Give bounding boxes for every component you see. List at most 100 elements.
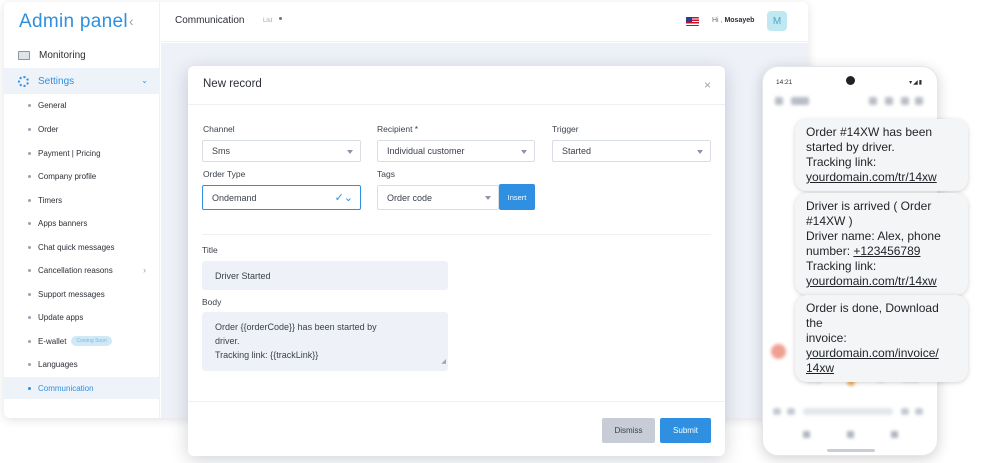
search-icon <box>885 97 893 105</box>
message-bubble: Order #14XW has been started by driver. … <box>795 119 968 191</box>
sidebar-item-languages[interactable]: Languages <box>4 353 160 375</box>
breadcrumb[interactable]: List <box>263 18 272 24</box>
sidebar: Admin panel ‹ Monitoring Settings ⌄ Gene… <box>4 2 160 418</box>
status-badge: Coming Soon <box>71 336 112 346</box>
trigger-value: Started <box>562 146 592 156</box>
compose-input[interactable] <box>803 408 893 415</box>
greeting-prefix: Hi , <box>712 17 723 24</box>
body-line: Order {{orderCode}} has been started by <box>215 322 377 332</box>
sidebar-item-label: Communication <box>38 383 94 393</box>
message-line: #14XW ) <box>806 214 853 228</box>
sidebar-item-label: Order <box>38 124 59 134</box>
sidebar-item-label: Support messages <box>38 289 105 299</box>
us-flag-icon[interactable] <box>686 17 699 26</box>
sidebar-item-label: Cancellation reasons <box>38 265 113 275</box>
dismiss-button[interactable]: Dismiss <box>602 418 655 443</box>
sidebar-item-general[interactable]: General <box>4 94 160 116</box>
bullet-icon <box>28 315 31 319</box>
sidebar-item-label: Payment | Pricing <box>38 148 101 158</box>
mic-icon <box>915 408 923 415</box>
body-textarea[interactable]: Order {{orderCode}} has been started by … <box>202 312 448 371</box>
chevron-down-icon: ⌄ <box>141 76 148 85</box>
check-icon: ✓⌄ <box>334 192 353 204</box>
brand-title: Admin panel <box>19 11 128 32</box>
gear-icon <box>18 75 29 87</box>
body-line: Tracking link: {{trackLink}} <box>215 350 319 360</box>
message-bubble: Order is done, Download the invoice: you… <box>795 295 968 382</box>
phone-nav-bar <box>803 431 899 441</box>
sidebar-item-label: Monitoring <box>39 49 86 61</box>
tags-label: Tags <box>377 169 395 179</box>
recipient-select[interactable]: Individual customer <box>377 140 535 162</box>
sidebar-item-label: E-wallet <box>38 336 67 346</box>
sidebar-item-monitoring[interactable]: Monitoring <box>4 42 160 68</box>
order-type-select[interactable]: Ondemand ✓⌄ <box>202 185 361 210</box>
chevron-right-icon: › <box>143 265 146 275</box>
caret-down-icon <box>697 150 703 154</box>
sidebar-item-label: Languages <box>38 359 78 369</box>
sidebar-item-support-messages[interactable]: Support messages <box>4 283 160 305</box>
sidebar-item-label: Company profile <box>38 171 97 181</box>
phone-status-icons: ▾◢▮ <box>909 80 923 86</box>
avatar[interactable]: M <box>767 11 787 31</box>
call-icon <box>869 97 877 105</box>
title-input[interactable]: Driver Started <box>202 261 448 290</box>
tracking-link[interactable]: yourdomain.com/tr/14xw <box>806 170 937 184</box>
divider <box>202 234 711 235</box>
nav-back-icon <box>803 431 810 438</box>
sidebar-item-e-wallet[interactable]: E-wallet Coming Soon <box>4 330 160 352</box>
tags-select[interactable]: Order code <box>377 185 499 210</box>
resize-handle-icon[interactable]: ◢ <box>441 355 446 369</box>
sidebar-item-settings[interactable]: Settings ⌄ <box>4 68 160 94</box>
gesture-bar <box>827 449 875 452</box>
insert-button[interactable]: Insert <box>499 184 535 210</box>
bullet-icon <box>28 386 31 390</box>
sidebar-item-cancellation-reasons[interactable]: Cancellation reasons › <box>4 259 160 281</box>
sidebar-item-apps-banners[interactable]: Apps banners <box>4 212 160 234</box>
menu-icon <box>915 97 923 105</box>
phone-app-bar <box>775 97 925 109</box>
message-compose-bar[interactable] <box>773 406 927 418</box>
user-greeting: Hi , Mosayeb <box>712 17 754 24</box>
gallery-icon <box>787 408 795 415</box>
sidebar-item-company-profile[interactable]: Company profile <box>4 165 160 187</box>
new-record-modal: New record × Channel Sms Recipient * Ind… <box>188 66 725 456</box>
sidebar-item-label: General <box>38 100 67 110</box>
sidebar-item-communication[interactable]: Communication <box>4 377 160 399</box>
contact-avatar <box>771 344 786 359</box>
sidebar-item-update-apps[interactable]: Update apps <box>4 306 160 328</box>
back-icon <box>775 97 783 105</box>
phone-link[interactable]: +123456789 <box>853 244 920 258</box>
header: Communication List Hi , Mosayeb M <box>161 2 808 42</box>
trigger-label: Trigger <box>552 124 579 134</box>
channel-select[interactable]: Sms <box>202 140 361 162</box>
message-line: number: <box>806 244 854 258</box>
camera-icon <box>846 76 855 85</box>
bullet-icon <box>28 268 31 272</box>
channel-label: Channel <box>203 124 235 134</box>
invoice-link[interactable]: 14xw <box>806 361 834 375</box>
channel-value: Sms <box>212 146 230 156</box>
trigger-select[interactable]: Started <box>552 140 711 162</box>
sidebar-item-order[interactable]: Order <box>4 118 160 140</box>
bullet-icon <box>28 198 31 202</box>
bullet-icon <box>28 339 31 343</box>
bullet-icon <box>28 221 31 225</box>
message-bubble: Driver is arrived ( Order #14XW ) Driver… <box>795 193 968 295</box>
sidebar-item-chat-quick-messages[interactable]: Chat quick messages <box>4 236 160 258</box>
invoice-link[interactable]: yourdomain.com/invoice/ <box>806 346 939 360</box>
caret-down-icon <box>485 196 491 200</box>
tracking-link[interactable]: yourdomain.com/tr/14xw <box>806 274 937 288</box>
body-label: Body <box>202 297 222 307</box>
sidebar-item-timers[interactable]: Timers <box>4 189 160 211</box>
order-type-label: Order Type <box>203 169 246 179</box>
chevron-left-icon[interactable]: ‹ <box>129 13 134 29</box>
message-line: Tracking link: <box>806 259 877 273</box>
sidebar-item-label: Apps banners <box>38 218 88 228</box>
bullet-icon <box>28 151 31 155</box>
close-icon[interactable]: × <box>704 78 711 92</box>
submit-button[interactable]: Submit <box>660 418 711 443</box>
bullet-icon <box>28 245 31 249</box>
sidebar-item-payment-pricing[interactable]: Payment | Pricing <box>4 142 160 164</box>
sidebar-item-label: Update apps <box>38 312 84 322</box>
